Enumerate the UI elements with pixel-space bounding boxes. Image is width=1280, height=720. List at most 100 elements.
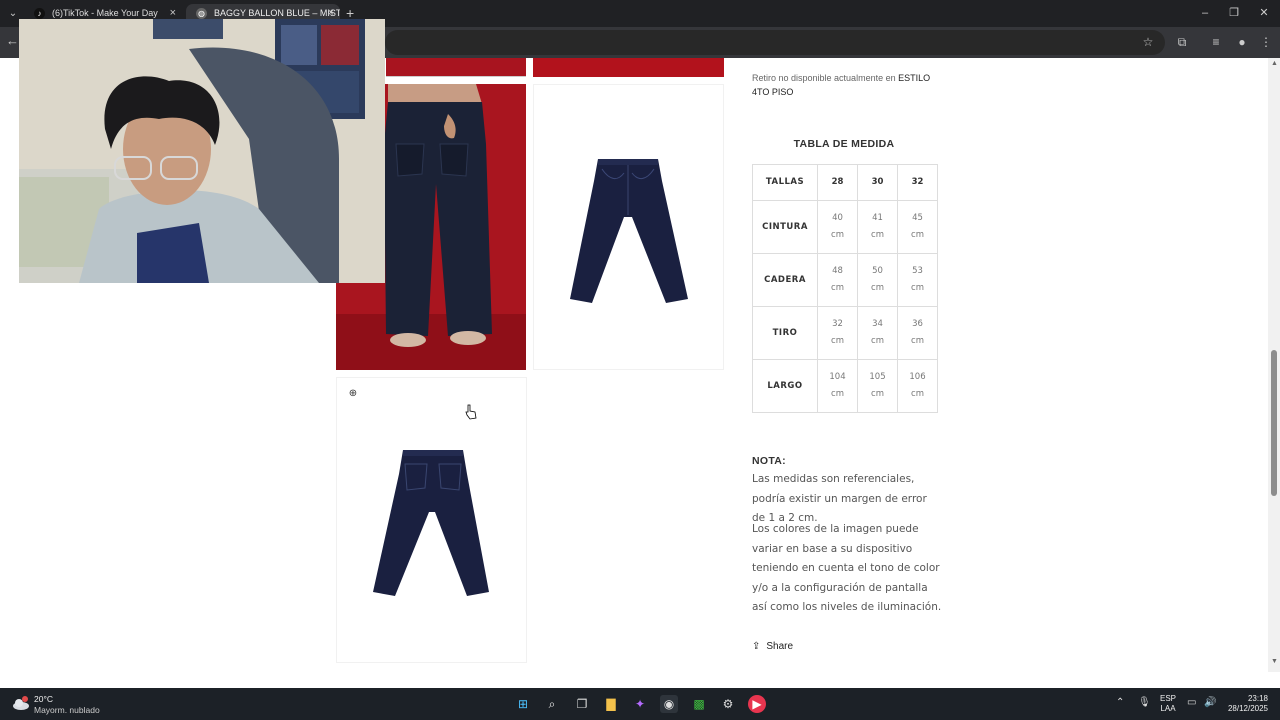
table-row: CADERA 48 cm 50 cm 53 cm <box>752 253 938 307</box>
measure-unit: cm <box>911 230 924 240</box>
zoom-magnifier-icon[interactable]: ⊕ <box>344 385 362 403</box>
scroll-down-arrow-icon[interactable]: ▼ <box>1271 658 1278 665</box>
measure-value: 34 <box>872 319 883 329</box>
pickup-text: Retiro no disponible actualmente en <box>752 73 896 83</box>
share-label: Share <box>766 641 794 652</box>
lang-bottom: LAA <box>1160 704 1176 713</box>
minimize-icon[interactable]: – <box>1196 4 1214 22</box>
row-label: LARGO <box>752 359 818 413</box>
menu-kebab-icon[interactable]: ⋮ <box>1258 34 1274 50</box>
nota-paragraph-2: Los colores de la imagen puede variar en… <box>752 523 942 613</box>
measure-unit: cm <box>831 283 844 293</box>
table-row: LARGO 104 cm 105 cm 106 cm <box>752 359 938 413</box>
clock-time: 23:18 <box>1247 694 1268 703</box>
measure-unit: cm <box>831 389 844 399</box>
search-icon[interactable]: ⌕ <box>543 695 561 713</box>
measure-value: 45 <box>912 213 923 223</box>
restore-icon[interactable]: ❐ <box>1225 4 1243 22</box>
measure-value: 105 <box>869 372 886 382</box>
share-button[interactable]: ⇪ Share <box>752 641 793 652</box>
measure-value: 40 <box>832 213 843 223</box>
measure-value: 104 <box>829 372 846 382</box>
measure-unit: cm <box>871 283 884 293</box>
measure-unit: cm <box>911 389 924 399</box>
measure-cell: 105 cm <box>857 359 898 413</box>
measure-cell: 48 cm <box>817 253 858 307</box>
tiktok-icon: ♪ <box>34 8 45 19</box>
weather-description: Mayorm. nublado <box>34 705 100 715</box>
xbox-icon[interactable]: ▩ <box>690 695 708 713</box>
table-row: CINTURA 40 cm 41 cm 45 cm <box>752 200 938 254</box>
system-clock[interactable]: 23:18 28/12/2025 <box>1226 694 1268 714</box>
product-image-red-partial[interactable] <box>386 58 526 77</box>
size-header-label: TALLAS <box>752 164 818 201</box>
product-image-red-partial[interactable] <box>533 58 724 77</box>
measure-unit: cm <box>871 336 884 346</box>
measure-cell: 45 cm <box>897 200 938 254</box>
measure-unit: cm <box>911 283 924 293</box>
microphone-icon[interactable]: 🎙 <box>1138 697 1151 708</box>
measure-value: 32 <box>832 319 843 329</box>
row-label: CADERA <box>752 253 818 307</box>
profile-avatar-icon[interactable]: ● <box>1234 34 1250 50</box>
media-control-icon[interactable]: ≡ <box>1208 34 1224 50</box>
measure-cell: 34 cm <box>857 306 898 360</box>
page-scrollbar[interactable]: ▲ ▼ <box>1268 58 1280 672</box>
tray-chevron-up-icon[interactable]: ⌃ <box>1116 697 1124 708</box>
media-player-icon[interactable]: ▶ <box>748 695 766 713</box>
size-header-cell: 28 <box>817 164 858 201</box>
clock-date: 28/12/2025 <box>1227 704 1268 713</box>
jeans-front-photo <box>570 159 688 303</box>
volume-icon[interactable]: 🔊 <box>1204 697 1216 708</box>
measure-value: 48 <box>832 266 843 276</box>
globe-icon: ◍ <box>196 8 207 19</box>
measure-unit: cm <box>871 230 884 240</box>
jeans-back-photo <box>373 450 489 596</box>
measure-cell: 40 cm <box>817 200 858 254</box>
size-header-cell: 30 <box>857 164 898 201</box>
measure-unit: cm <box>871 389 884 399</box>
measure-unit: cm <box>831 336 844 346</box>
measure-cell: 36 cm <box>897 306 938 360</box>
address-bar[interactable] <box>385 30 1165 55</box>
steam-icon[interactable]: ⚙ <box>719 695 737 713</box>
file-explorer-icon[interactable]: ▇ <box>602 695 620 713</box>
copilot-icon[interactable]: ✦ <box>631 695 649 713</box>
window-close-icon[interactable]: ✕ <box>1255 4 1273 22</box>
row-label: TIRO <box>752 306 818 360</box>
language-indicator[interactable]: ESP LAA <box>1160 694 1176 714</box>
webcam-overlay <box>19 19 385 283</box>
scroll-up-arrow-icon[interactable]: ▲ <box>1271 60 1278 67</box>
windows-taskbar: 20°C Mayorm. nublado ⊞ ⌕ ❐ ▇ ✦ ◉ ▩ ⚙ ▶ ⌃… <box>0 688 1280 720</box>
table-row: TIRO 32 cm 34 cm 36 cm <box>752 306 938 360</box>
pickup-availability: Retiro no disponible actualmente en ESTI… <box>752 71 942 99</box>
measure-cell: 53 cm <box>897 253 938 307</box>
measure-cell: 41 cm <box>857 200 898 254</box>
back-arrow-icon[interactable]: ← <box>6 33 19 48</box>
chrome-icon[interactable]: ◉ <box>660 695 678 713</box>
scroll-thumb[interactable] <box>1271 350 1277 496</box>
measure-value: 41 <box>872 213 883 223</box>
measure-cell: 50 cm <box>857 253 898 307</box>
nota-title: NOTA: <box>752 455 786 467</box>
tab-title: (6)TikTok - Make Your Day <box>52 8 158 18</box>
hand-cursor-icon <box>465 404 477 420</box>
measure-value: 106 <box>909 372 926 382</box>
task-view-icon[interactable]: ❐ <box>573 695 591 713</box>
row-label: CINTURA <box>752 200 818 254</box>
measure-unit: cm <box>831 230 844 240</box>
size-header-cell: 32 <box>897 164 938 201</box>
extensions-puzzle-icon[interactable]: ⧉ <box>1174 34 1190 50</box>
measure-cell: 106 cm <box>897 359 938 413</box>
product-image-jeans-front[interactable] <box>533 84 724 370</box>
measure-value: 50 <box>872 266 883 276</box>
bookmark-star-icon[interactable]: ☆ <box>1140 34 1156 50</box>
webcam-person-image <box>19 19 385 283</box>
measure-value: 53 <box>912 266 923 276</box>
weather-temperature: 20°C <box>34 694 53 704</box>
product-image-jeans-back[interactable] <box>336 377 527 663</box>
network-icon[interactable]: ▭ <box>1187 697 1196 708</box>
measure-value: 36 <box>912 319 923 329</box>
weather-cloud-icon[interactable] <box>12 695 30 711</box>
windows-start-icon[interactable]: ⊞ <box>514 695 532 713</box>
